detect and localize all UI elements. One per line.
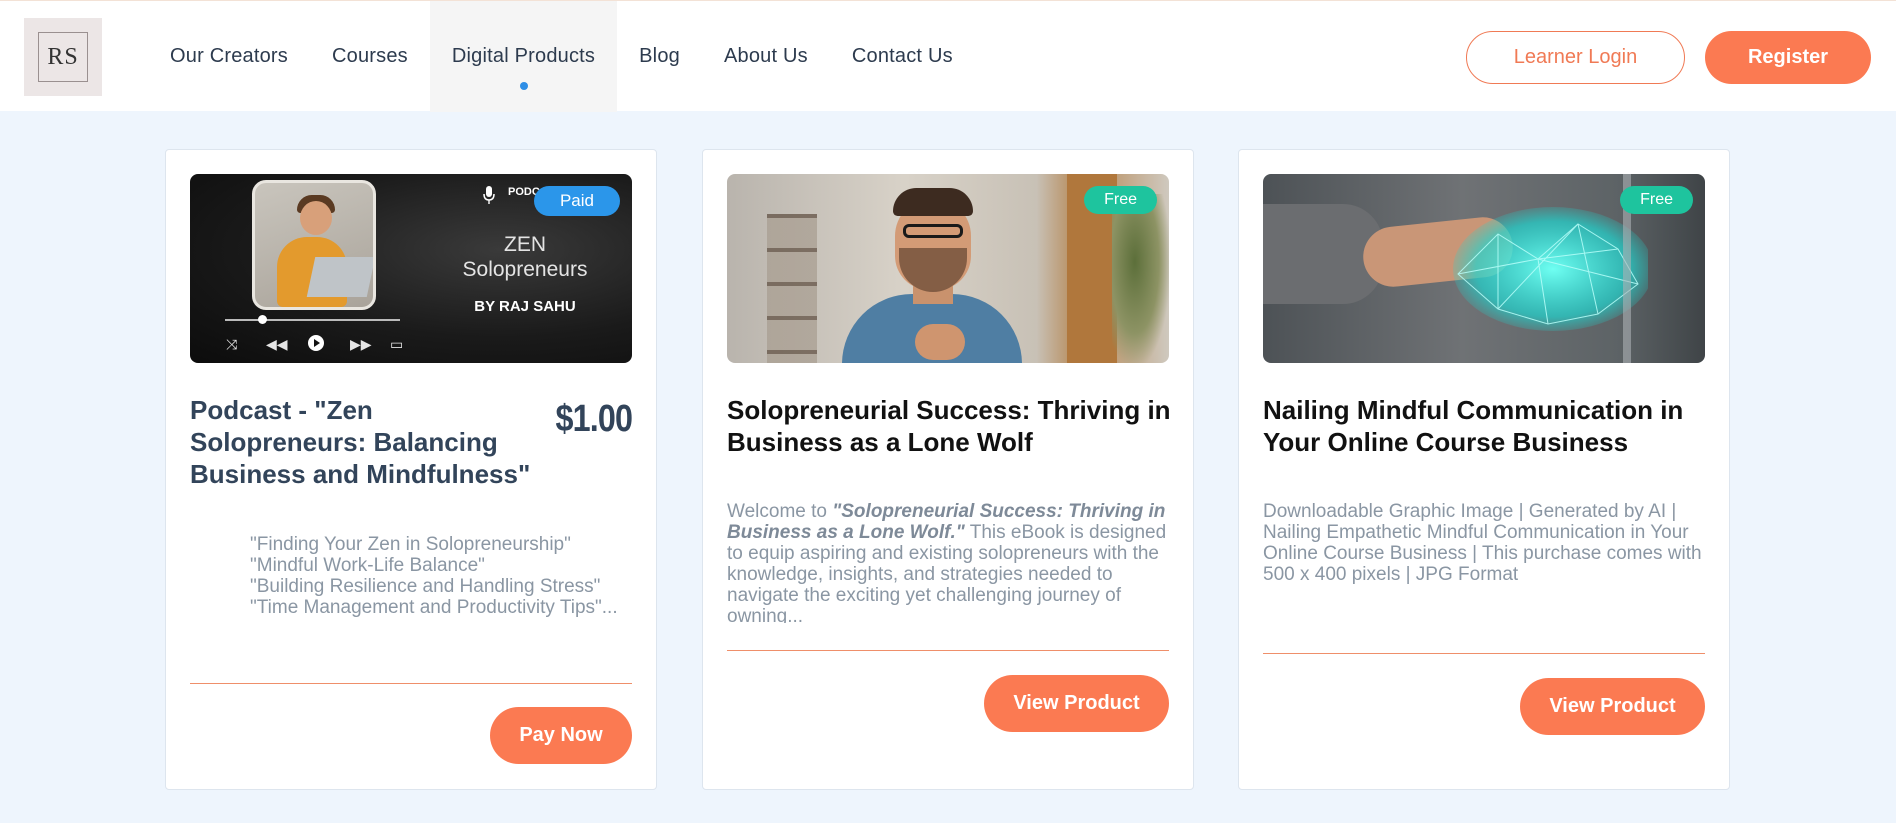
fast-forward-icon: ▶▶ bbox=[350, 336, 372, 352]
product-description: Welcome to "Solopreneurial Success: Thri… bbox=[727, 501, 1171, 623]
product-price: $1.00 bbox=[555, 398, 632, 440]
nav-blog[interactable]: Blog bbox=[617, 1, 702, 112]
podcast-progress-track bbox=[225, 319, 400, 321]
view-product-button[interactable]: View Product bbox=[1520, 678, 1705, 735]
product-title[interactable]: Nailing Mindful Communication in Your On… bbox=[1263, 394, 1713, 458]
man-hands bbox=[915, 324, 965, 360]
nav-our-creators[interactable]: Our Creators bbox=[148, 1, 310, 112]
podcast-progress-knob bbox=[258, 315, 267, 324]
product-card-ebook: Free Solopreneurial Success: Thriving in… bbox=[702, 149, 1194, 790]
microphone-icon bbox=[483, 186, 495, 204]
desc-line: "Mindful Work-Life Balance" bbox=[250, 555, 485, 576]
product-thumbnail-podcast[interactable]: PODCAST ZEN Solopreneurs BY RAJ SAHU ⤨ ◀… bbox=[190, 174, 632, 363]
desc-line: "Time Management and Productivity Tips".… bbox=[250, 597, 618, 618]
product-card-graphic: Free Nailing Mindful Communication in Yo… bbox=[1238, 149, 1730, 790]
man-hair bbox=[893, 188, 973, 216]
play-icon bbox=[308, 335, 324, 351]
digital-hand-illustration bbox=[1453, 207, 1648, 331]
learner-login-button[interactable]: Learner Login bbox=[1466, 31, 1685, 84]
podcast-cover-title-line1: ZEN bbox=[504, 233, 546, 256]
screen-icon: ▭ bbox=[390, 336, 404, 352]
product-title[interactable]: Podcast - "Zen Solopreneurs: Balancing B… bbox=[190, 394, 550, 490]
product-thumbnail-ebook[interactable]: Free bbox=[727, 174, 1169, 363]
logo-monogram: RS bbox=[38, 32, 88, 82]
free-badge: Free bbox=[1084, 186, 1157, 214]
plant bbox=[1112, 194, 1169, 363]
shuffle-icon: ⤨ bbox=[226, 336, 238, 352]
view-product-button[interactable]: View Product bbox=[984, 675, 1169, 732]
podcast-cover-title: ZEN Solopreneurs bbox=[440, 232, 610, 282]
rewind-icon: ◀◀ bbox=[266, 336, 288, 352]
man-glasses bbox=[903, 224, 963, 238]
nav-courses[interactable]: Courses bbox=[310, 1, 430, 112]
card-divider bbox=[190, 683, 632, 684]
product-thumbnail-graphic[interactable]: Free bbox=[1263, 174, 1705, 363]
desc-line: "Building Resilience and Handling Stress… bbox=[250, 576, 601, 597]
main-nav: Our Creators Courses Digital Products Bl… bbox=[148, 1, 975, 112]
pay-now-button[interactable]: Pay Now bbox=[490, 707, 632, 764]
bookshelf bbox=[767, 214, 817, 363]
active-indicator-dot bbox=[519, 82, 528, 90]
product-description: Downloadable Graphic Image | Generated b… bbox=[1263, 501, 1702, 585]
desc-line: "Finding Your Zen in Solopreneurship" bbox=[250, 534, 571, 555]
podcast-cover-title-line2: Solopreneurs bbox=[462, 258, 588, 281]
card-divider bbox=[727, 650, 1169, 651]
nav-about-us[interactable]: About Us bbox=[702, 1, 830, 112]
register-button[interactable]: Register bbox=[1705, 31, 1871, 84]
free-badge: Free bbox=[1620, 186, 1693, 214]
site-logo[interactable]: RS bbox=[24, 18, 102, 96]
paid-badge: Paid bbox=[533, 186, 620, 216]
nav-digital-products-label: Digital Products bbox=[451, 45, 596, 67]
card-divider bbox=[1263, 653, 1705, 654]
podcast-host-illustration bbox=[252, 180, 376, 310]
site-header: RS Our Creators Courses Digital Products… bbox=[0, 0, 1896, 112]
product-title[interactable]: Solopreneurial Success: Thriving in Busi… bbox=[727, 394, 1177, 458]
nav-contact-us[interactable]: Contact Us bbox=[830, 1, 975, 112]
product-card-podcast: PODCAST ZEN Solopreneurs BY RAJ SAHU ⤨ ◀… bbox=[165, 149, 657, 790]
podcast-cover-byline: BY RAJ SAHU bbox=[474, 298, 576, 315]
product-description: "Finding Your Zen in Solopreneurship" "M… bbox=[250, 534, 630, 664]
desc-prefix: Welcome to bbox=[727, 501, 833, 522]
nav-digital-products[interactable]: Digital Products bbox=[429, 1, 618, 112]
